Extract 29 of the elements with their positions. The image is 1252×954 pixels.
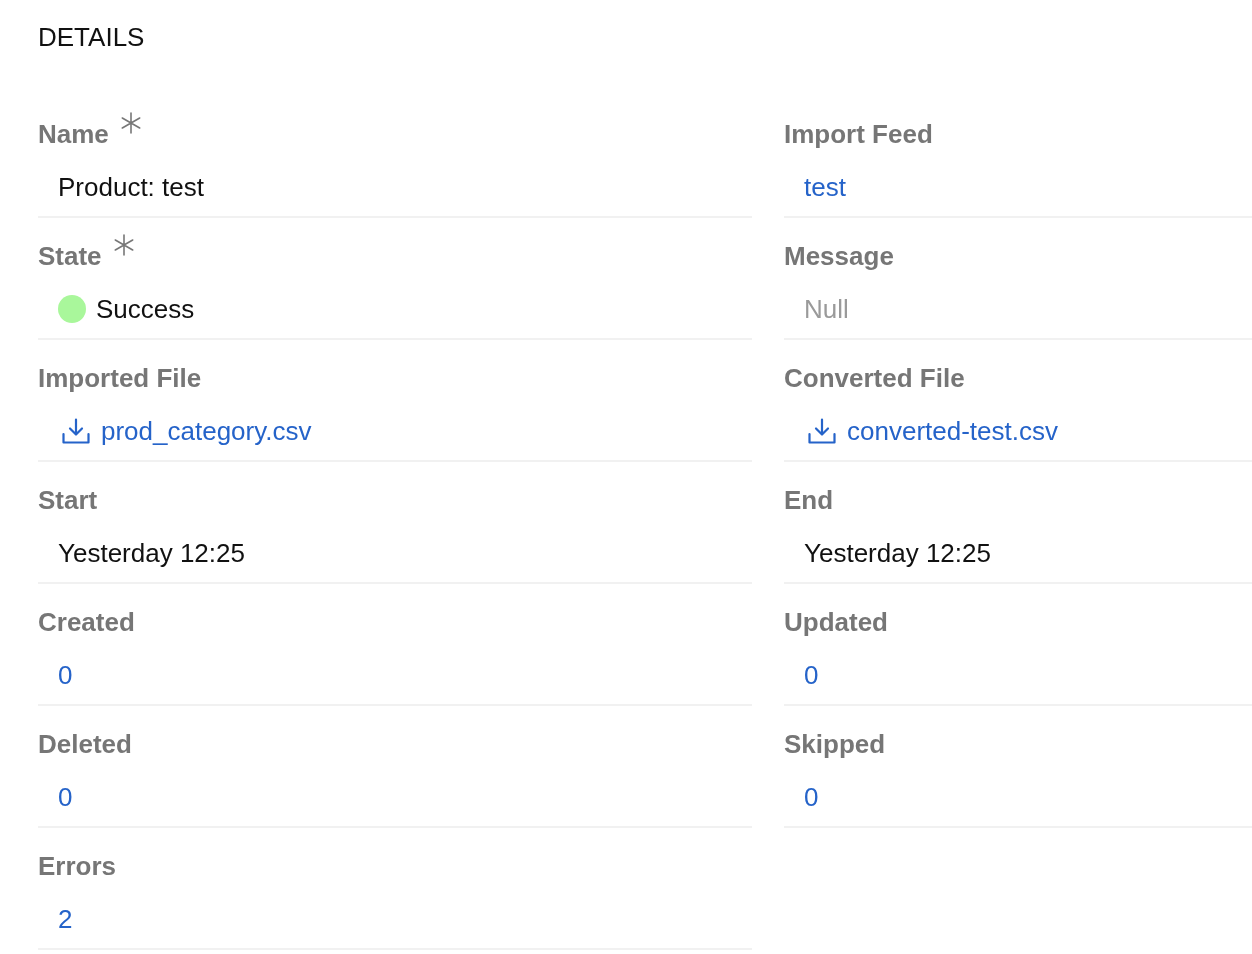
field-label: Name (38, 118, 109, 150)
field-label: Created (38, 606, 135, 638)
field-value: Yesterday 12:25 (804, 537, 991, 569)
field-label: Message (784, 240, 894, 272)
status-text: Success (96, 293, 195, 325)
section-title: DETAILS (38, 22, 145, 52)
field-value: Product: test (58, 171, 204, 203)
value-link[interactable]: 0 (804, 659, 819, 691)
field-label: End (784, 484, 834, 516)
file-download-link[interactable]: converted-test.csv (808, 415, 1058, 447)
field-label: Start (38, 484, 98, 516)
value-link[interactable]: 0 (58, 659, 73, 691)
value-link[interactable]: test (804, 171, 846, 203)
download-icon (62, 418, 90, 444)
field-label: Skipped (784, 728, 886, 760)
field-label: Updated (784, 606, 888, 638)
field-label: Errors (38, 850, 117, 882)
download-icon (808, 418, 836, 444)
field-label: State (38, 240, 102, 272)
value-link[interactable]: 2 (58, 903, 73, 935)
field-value: Null (804, 293, 849, 325)
value-link[interactable]: 0 (804, 781, 819, 813)
field-label: Import Feed (784, 118, 933, 150)
value-link[interactable]: 0 (58, 781, 73, 813)
field-value: Yesterday 12:25 (58, 537, 245, 569)
field-label: Imported File (38, 362, 202, 394)
field-label: Converted File (784, 362, 965, 394)
file-download-link[interactable]: prod_category.csv (62, 415, 312, 447)
field-label: Deleted (38, 728, 132, 760)
